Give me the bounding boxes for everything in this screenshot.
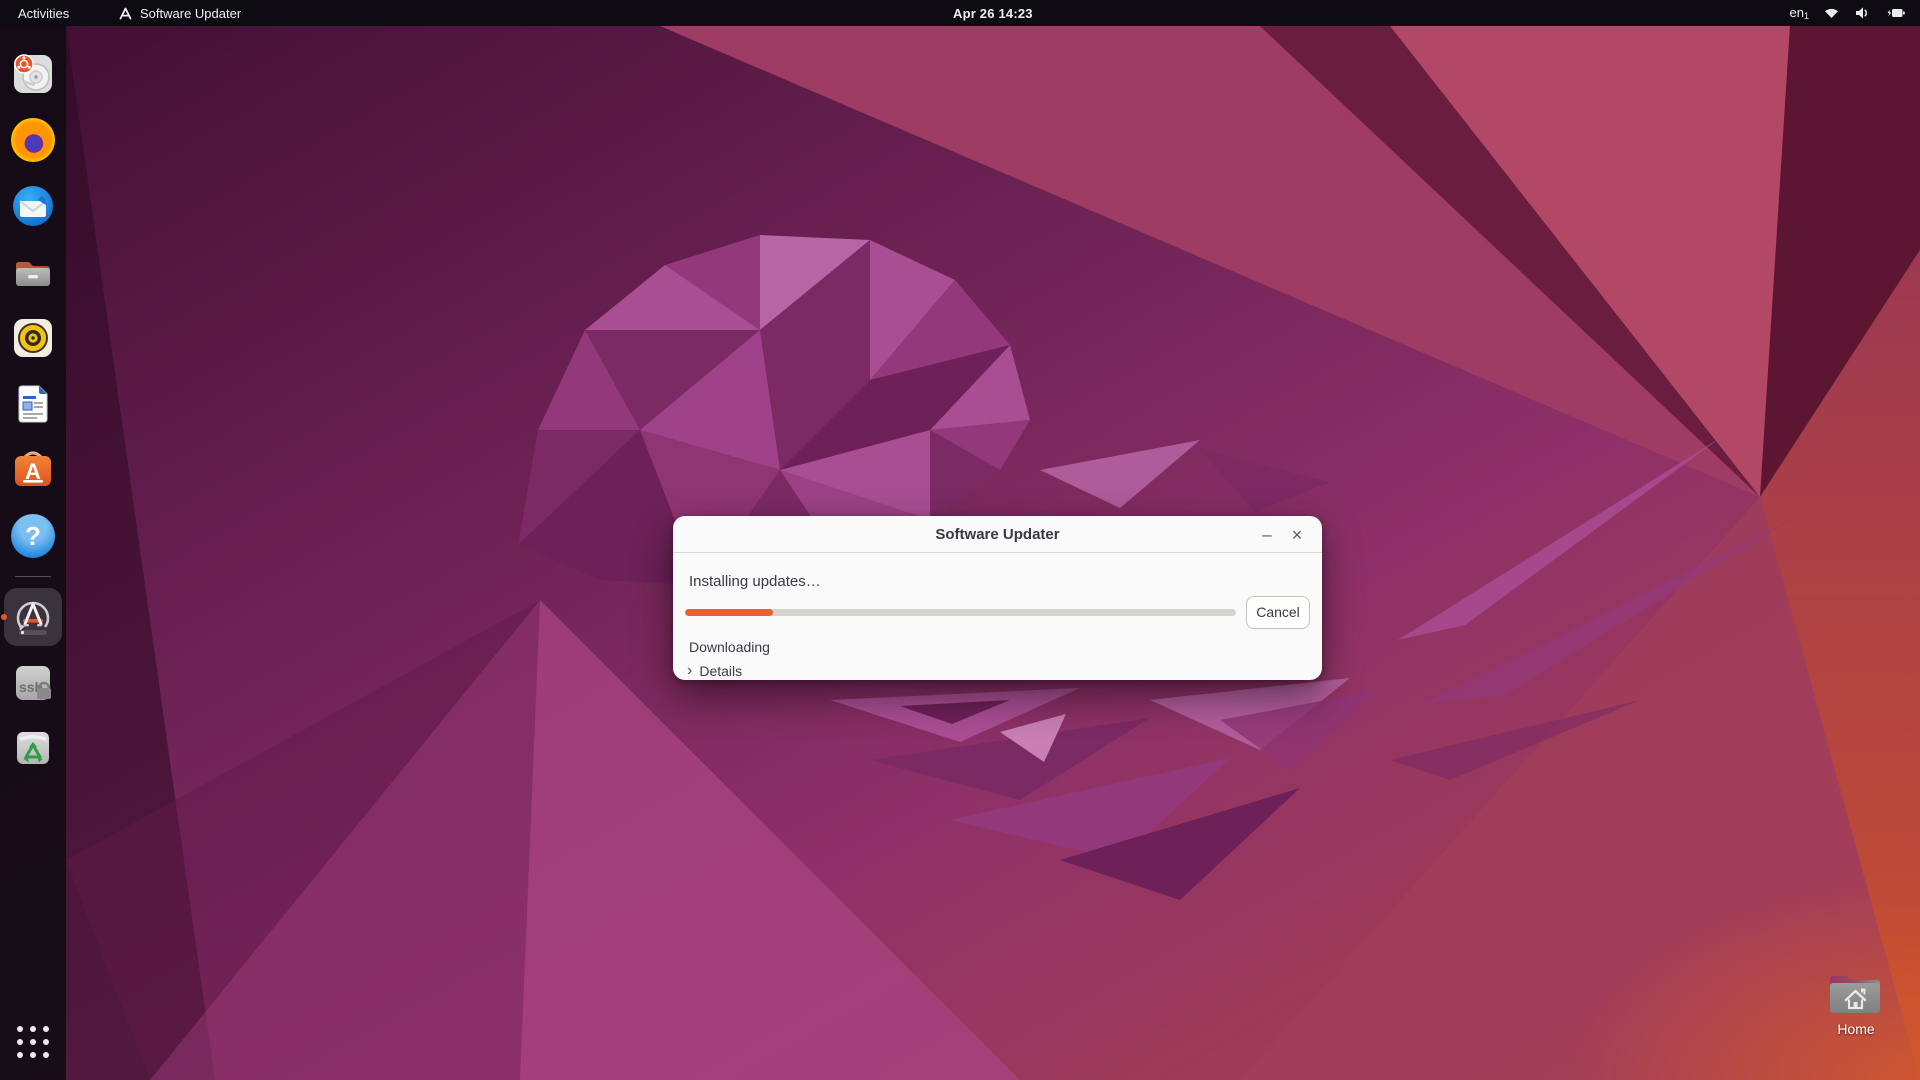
dock-item-install-disk[interactable] [9, 50, 57, 98]
files-folder-icon [11, 250, 55, 294]
status-text: Installing updates… [689, 573, 821, 590]
recycle-trash-icon [11, 726, 55, 770]
progress-bar [685, 609, 1236, 616]
progress-fill [685, 609, 773, 616]
close-button[interactable]: × [1284, 522, 1310, 548]
dock-item-firefox[interactable] [9, 116, 57, 164]
desktop-home-folder[interactable]: Home [1818, 970, 1894, 1037]
focused-app-label: Software Updater [140, 6, 241, 21]
stage-text: Downloading [689, 639, 770, 655]
writer-icon [11, 382, 55, 426]
dialog-titlebar[interactable]: Software Updater – × [673, 516, 1322, 553]
ubuntu-desktop: Activities Software Updater Apr 26 14:23… [0, 0, 1920, 1080]
help-icon: ? [11, 514, 55, 558]
chevron-right-icon: › [687, 663, 692, 679]
dialog-title: Software Updater [935, 526, 1059, 543]
ubuntu-software-icon: A [11, 448, 55, 492]
dock-item-rhythmbox[interactable] [9, 314, 57, 362]
volume-icon [1854, 5, 1871, 21]
software-updater-window: Software Updater – × Installing updates…… [673, 516, 1322, 680]
system-status-menu[interactable]: en1 [1782, 0, 1914, 26]
clock-button[interactable]: Apr 26 14:23 [945, 0, 1041, 26]
minimize-icon: – [1262, 525, 1271, 545]
dock: A ? [0, 26, 66, 1080]
details-expander[interactable]: › Details [687, 663, 742, 679]
home-folder-icon [1827, 970, 1885, 1016]
activities-button[interactable]: Activities [10, 0, 77, 26]
clock-label: Apr 26 14:23 [953, 6, 1033, 21]
close-icon: × [1292, 525, 1303, 546]
dock-item-software-updater[interactable] [4, 588, 62, 646]
show-applications-button[interactable] [13, 1022, 53, 1062]
dock-item-ubuntu-software[interactable]: A [9, 446, 57, 494]
dialog-body: Installing updates… Cancel Downloading ›… [673, 553, 1322, 679]
dock-separator [15, 576, 51, 577]
dock-item-files[interactable] [9, 248, 57, 296]
battery-charging-icon [1885, 5, 1906, 21]
dock-item-help[interactable]: ? [9, 512, 57, 560]
software-updater-icon [118, 6, 133, 21]
home-folder-label: Home [1837, 1021, 1874, 1037]
dock-item-thunderbird[interactable] [9, 182, 57, 230]
running-indicator-dot [1, 614, 7, 620]
details-label: Details [699, 663, 742, 679]
thunderbird-icon [11, 184, 55, 228]
dock-item-ssh-askpass[interactable]: ssh [9, 659, 57, 707]
keyboard-layout-indicator: en1 [1790, 0, 1809, 26]
software-updater-dock-icon [11, 595, 55, 639]
dock-item-libreoffice-writer[interactable] [9, 380, 57, 428]
top-bar: Activities Software Updater Apr 26 14:23… [0, 0, 1920, 26]
dock-item-trash[interactable] [9, 724, 57, 772]
ssh-askpass-icon: ssh [11, 661, 55, 705]
rhythmbox-icon [11, 316, 55, 360]
focused-app-menu[interactable]: Software Updater [110, 0, 249, 26]
minimize-button[interactable]: – [1254, 522, 1280, 548]
cancel-button[interactable]: Cancel [1246, 596, 1310, 629]
activities-label: Activities [18, 6, 69, 21]
progress-row: Cancel [685, 595, 1310, 629]
ubuntu-disk-icon [11, 52, 55, 96]
wifi-icon [1823, 5, 1840, 21]
firefox-icon [11, 118, 55, 162]
